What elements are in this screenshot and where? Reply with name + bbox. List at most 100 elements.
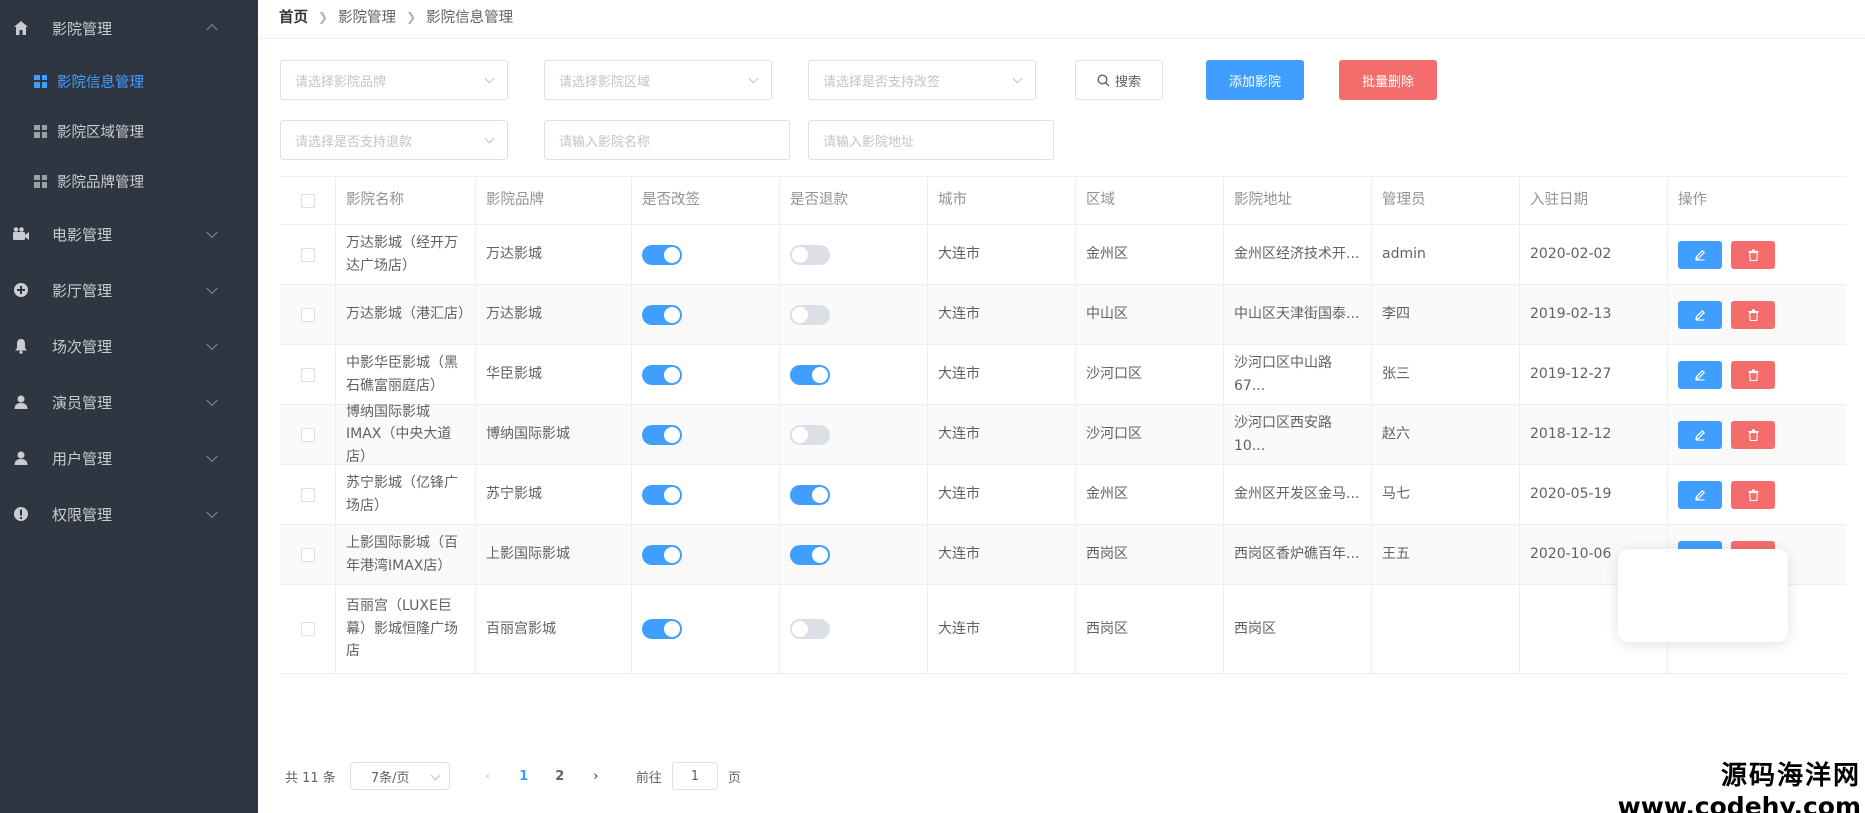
change-cell: [632, 585, 780, 673]
refund-select[interactable]: 请选择是否支持退款: [280, 120, 508, 160]
edit-button[interactable]: [1678, 360, 1722, 389]
date-cell: 2020-02-02: [1520, 225, 1668, 284]
chevron-down-icon: [206, 450, 218, 463]
delete-button[interactable]: [1731, 300, 1775, 329]
cinema-name-input[interactable]: 请输入影院名称: [544, 120, 790, 160]
breadcrumb-home[interactable]: 首页: [279, 6, 308, 27]
chevron-right-icon: ❯: [318, 9, 329, 24]
goto-page-input[interactable]: 1: [671, 762, 718, 790]
row-checkbox[interactable]: [300, 547, 315, 562]
change-toggle[interactable]: [642, 244, 682, 265]
area-select[interactable]: 请选择影院区域: [544, 60, 772, 100]
sidebar: 影院管理 影院信息管理 影院区域管理 影院品牌管理 电影管理 影厅管理 场次管理: [0, 0, 258, 813]
delete-button[interactable]: [1731, 360, 1775, 389]
breadcrumb-divider: [258, 38, 1865, 39]
batch-delete-label: 批量删除: [1361, 74, 1414, 90]
refund-toggle[interactable]: [790, 304, 830, 325]
admin-cell: 李四: [1372, 285, 1520, 344]
table-row: 万达影城（港汇店） 万达影城 大连市 中山区 中山区天津街国泰... 李四 2019-02-…: [280, 285, 1846, 345]
add-cinema-button[interactable]: 添加影院: [1206, 60, 1304, 100]
sidebar-item-cinema[interactable]: 影院管理: [0, 0, 258, 56]
column-header: 是否改签: [632, 177, 780, 224]
actions-cell: [1668, 345, 1846, 404]
refund-toggle[interactable]: [790, 244, 830, 265]
prev-page-icon[interactable]: ‹: [470, 769, 506, 784]
sidebar-item-user[interactable]: 用户管理: [0, 430, 258, 486]
sidebar-item-actor[interactable]: 演员管理: [0, 374, 258, 430]
edit-icon: [1695, 429, 1706, 441]
column-header: 影院品牌: [476, 177, 632, 224]
change-toggle[interactable]: [642, 304, 682, 325]
change-toggle[interactable]: [642, 364, 682, 385]
edit-icon: [1695, 489, 1706, 501]
date-cell: 2018-12-12: [1520, 405, 1668, 464]
next-page-icon[interactable]: ›: [578, 769, 614, 784]
add-cinema-label: 添加影院: [1228, 74, 1281, 90]
cinema-address-placeholder: 请输入影院地址: [823, 134, 915, 150]
change-toggle[interactable]: [642, 424, 682, 445]
table-row: 博纳国际影城IMAX（中央大道店） 博纳国际影城 大连市 沙河口区 沙河口区西安路10.…: [280, 404, 1846, 465]
area-cell: 金州区: [1076, 225, 1224, 284]
page-size-select[interactable]: 7条/页: [349, 762, 450, 790]
chevron-down-icon: [748, 73, 759, 84]
batch-delete-button[interactable]: 批量删除: [1339, 60, 1437, 100]
delete-button[interactable]: [1731, 420, 1775, 449]
breadcrumb-current: 影院信息管理: [426, 10, 514, 26]
table-row: 上影国际影城（百年港湾IMAX店） 上影国际影城 大连市 西岗区 西岗区香炉礁百年...…: [280, 525, 1846, 585]
page-1[interactable]: 1: [506, 769, 542, 784]
delete-button[interactable]: [1731, 480, 1775, 509]
brand-select[interactable]: 请选择影院品牌: [280, 60, 508, 100]
change-toggle[interactable]: [642, 544, 682, 565]
change-toggle[interactable]: [642, 619, 682, 639]
pagination: 共 11 条 7条/页 ‹ 1 2 › 前往 1 页: [285, 762, 741, 790]
sidebar-item-hall[interactable]: 影厅管理: [0, 262, 258, 318]
chevron-right-icon: ❯: [406, 9, 417, 24]
refund-toggle[interactable]: [790, 424, 830, 445]
row-checkbox[interactable]: [300, 622, 315, 636]
row-checkbox[interactable]: [300, 367, 315, 382]
select-all-checkbox[interactable]: [300, 193, 315, 208]
refund-toggle[interactable]: [790, 484, 830, 505]
change-cell: [632, 285, 780, 344]
edit-icon: [1695, 369, 1706, 381]
goto-label: 前往: [635, 770, 662, 786]
sidebar-subitem-cinema-info[interactable]: 影院信息管理: [0, 56, 258, 106]
sidebar-item-permission[interactable]: 权限管理: [0, 486, 258, 542]
refund-cell: [780, 525, 928, 584]
address-cell: 金州区经济技术开...: [1224, 225, 1372, 284]
area-cell: 西岗区: [1076, 585, 1224, 673]
page-2[interactable]: 2: [542, 769, 578, 784]
sidebar-subitem-cinema-area[interactable]: 影院区域管理: [0, 106, 258, 156]
delete-button[interactable]: [1731, 240, 1775, 269]
edit-button[interactable]: [1678, 300, 1722, 329]
admin-cell: 赵六: [1372, 405, 1520, 464]
address-cell: 中山区天津街国泰...: [1224, 285, 1372, 344]
sidebar-item-label: 场次管理: [52, 337, 113, 356]
edit-button[interactable]: [1678, 420, 1722, 449]
sidebar-item-schedule[interactable]: 场次管理: [0, 318, 258, 374]
actions-cell: [1668, 285, 1846, 344]
row-checkbox[interactable]: [300, 487, 315, 502]
area-cell: 西岗区: [1076, 525, 1224, 584]
chevron-up-icon: [206, 23, 218, 36]
table-row: 苏宁影城（亿锋广场店） 苏宁影城 大连市 金州区 金州区开发区金马... 马七 2020-0…: [280, 465, 1846, 525]
row-checkbox[interactable]: [300, 427, 315, 442]
refund-toggle[interactable]: [790, 619, 830, 639]
sidebar-item-movie[interactable]: 电影管理: [0, 206, 258, 262]
row-checkbox[interactable]: [300, 247, 315, 262]
sidebar-subitem-cinema-brand[interactable]: 影院品牌管理: [0, 156, 258, 206]
refund-toggle[interactable]: [790, 364, 830, 385]
edit-button[interactable]: [1678, 480, 1722, 509]
refund-toggle[interactable]: [790, 544, 830, 565]
edit-button[interactable]: [1678, 240, 1722, 269]
change-cell: [632, 525, 780, 584]
change-select[interactable]: 请选择是否支持改签: [808, 60, 1036, 100]
pagination-total: 共 11 条: [285, 770, 336, 786]
search-button[interactable]: 搜索: [1075, 60, 1163, 100]
user-icon: [12, 449, 30, 467]
cinema-brand-cell: 苏宁影城: [476, 465, 632, 524]
row-checkbox[interactable]: [300, 307, 315, 322]
change-toggle[interactable]: [642, 484, 682, 505]
area-cell: 中山区: [1076, 285, 1224, 344]
cinema-address-input[interactable]: 请输入影院地址: [808, 120, 1054, 160]
